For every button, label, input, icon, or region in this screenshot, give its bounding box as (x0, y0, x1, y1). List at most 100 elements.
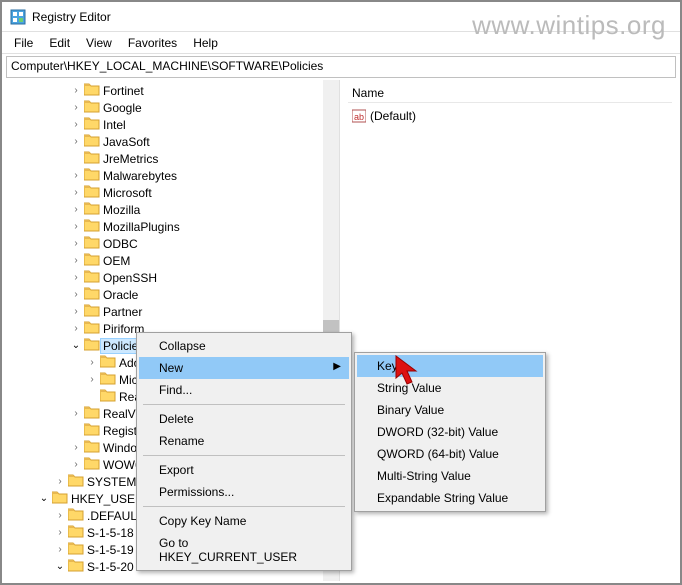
submenu-qword[interactable]: QWORD (64-bit) Value (357, 443, 543, 465)
folder-icon (66, 558, 87, 575)
folder-icon (66, 541, 87, 558)
folder-icon (82, 99, 103, 116)
ctx-new-label: New (159, 361, 183, 375)
expander-icon[interactable]: ⌄ (38, 493, 50, 504)
tree-item-label: S-1-5-19 (87, 543, 134, 557)
tree-item[interactable]: ›Intel (2, 116, 339, 133)
ctx-collapse[interactable]: Collapse (139, 335, 349, 357)
submenu-expandable[interactable]: Expandable String Value (357, 487, 543, 509)
svg-text:ab: ab (354, 112, 364, 122)
folder-icon (66, 524, 87, 541)
tree-item-label: S-1-5-18 (87, 526, 134, 540)
ctx-delete[interactable]: Delete (139, 408, 349, 430)
expander-icon[interactable]: › (70, 221, 82, 232)
expander-icon[interactable]: › (70, 255, 82, 266)
tree-item[interactable]: JreMetrics (2, 150, 339, 167)
expander-icon[interactable]: › (70, 136, 82, 147)
tree-item[interactable]: ›Malwarebytes (2, 167, 339, 184)
window-title: Registry Editor (32, 10, 111, 24)
expander-icon[interactable]: › (54, 527, 66, 538)
expander-icon[interactable]: › (70, 323, 82, 334)
folder-icon (98, 371, 119, 388)
expander-icon[interactable]: ⌄ (54, 561, 66, 572)
tree-item[interactable]: ›Microsoft (2, 184, 339, 201)
ctx-permissions[interactable]: Permissions... (139, 481, 349, 503)
expander-icon[interactable]: › (70, 272, 82, 283)
tree-item[interactable]: ›MozillaPlugins (2, 218, 339, 235)
list-item-default[interactable]: ab (Default) (348, 107, 672, 125)
folder-icon (98, 354, 119, 371)
tree-item[interactable]: ›Oracle (2, 286, 339, 303)
expander-icon[interactable]: › (70, 119, 82, 130)
folder-icon (82, 82, 103, 99)
expander-icon[interactable]: ⌄ (70, 340, 82, 351)
expander-icon[interactable]: › (86, 374, 98, 385)
tree-item-label: Fortinet (103, 84, 144, 98)
expander-icon[interactable]: › (70, 289, 82, 300)
submenu-key[interactable]: Key (357, 355, 543, 377)
tree-item-label: .DEFAULT (87, 509, 143, 523)
expander-icon[interactable]: › (70, 459, 82, 470)
address-bar[interactable]: Computer\HKEY_LOCAL_MACHINE\SOFTWARE\Pol… (6, 56, 676, 78)
expander-icon[interactable]: › (70, 408, 82, 419)
expander-icon[interactable]: › (70, 204, 82, 215)
submenu-multi[interactable]: Multi-String Value (357, 465, 543, 487)
folder-icon (66, 473, 87, 490)
expander-icon[interactable]: › (70, 85, 82, 96)
tree-item[interactable]: › Partner (2, 303, 339, 320)
tree-item-label: Partner (103, 305, 142, 319)
ctx-rename[interactable]: Rename (139, 430, 349, 452)
expander-icon[interactable]: › (70, 102, 82, 113)
new-submenu: Key String Value Binary Value DWORD (32-… (354, 352, 546, 512)
ctx-export[interactable]: Export (139, 459, 349, 481)
list-item-label: (Default) (370, 109, 416, 123)
submenu-string[interactable]: String Value (357, 377, 543, 399)
expander-icon[interactable]: › (70, 442, 82, 453)
list-header-name[interactable]: Name (348, 84, 672, 103)
tree-item[interactable]: ›Mozilla (2, 201, 339, 218)
ctx-new[interactable]: New ▶ (139, 357, 349, 379)
expander-icon[interactable]: › (54, 510, 66, 521)
tree-item[interactable]: › JavaSoft (2, 133, 339, 150)
expander-icon[interactable]: › (70, 170, 82, 181)
folder-icon (82, 184, 103, 201)
menu-favorites[interactable]: Favorites (120, 34, 185, 52)
separator (143, 506, 345, 507)
folder-icon (82, 405, 103, 422)
expander-icon[interactable]: › (70, 187, 82, 198)
folder-icon (82, 320, 103, 337)
expander-icon[interactable]: › (54, 476, 66, 487)
expander-icon[interactable]: › (70, 238, 82, 249)
tree-item-label: Google (103, 101, 142, 115)
folder-icon (82, 456, 103, 473)
tree-item[interactable]: › Google (2, 99, 339, 116)
menu-help[interactable]: Help (185, 34, 226, 52)
separator (143, 455, 345, 456)
tree-item[interactable]: ›OEM (2, 252, 339, 269)
ctx-goto[interactable]: Go to HKEY_CURRENT_USER (139, 532, 349, 568)
separator (143, 404, 345, 405)
menu-view[interactable]: View (78, 34, 120, 52)
folder-icon (82, 150, 103, 167)
tree-item-label: ODBC (103, 237, 138, 251)
folder-icon (98, 388, 119, 405)
folder-icon (82, 303, 103, 320)
expander-icon[interactable]: › (70, 306, 82, 317)
expander-icon[interactable]: › (86, 357, 98, 368)
folder-icon (82, 133, 103, 150)
menu-file[interactable]: File (6, 34, 41, 52)
folder-icon (82, 286, 103, 303)
tree-item[interactable]: › Fortinet (2, 82, 339, 99)
ctx-copy-key[interactable]: Copy Key Name (139, 510, 349, 532)
expander-icon[interactable]: › (54, 544, 66, 555)
submenu-binary[interactable]: Binary Value (357, 399, 543, 421)
menu-edit[interactable]: Edit (41, 34, 78, 52)
ctx-find[interactable]: Find... (139, 379, 349, 401)
tree-item[interactable]: › ODBC (2, 235, 339, 252)
submenu-dword[interactable]: DWORD (32-bit) Value (357, 421, 543, 443)
arrow-cursor-icon (394, 354, 424, 388)
tree-item-label: JavaSoft (103, 135, 150, 149)
folder-icon (82, 116, 103, 133)
folder-icon (82, 201, 103, 218)
tree-item[interactable]: ›OpenSSH (2, 269, 339, 286)
